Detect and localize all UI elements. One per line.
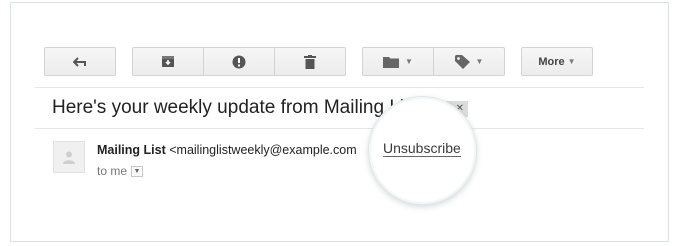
report-spam-icon: [232, 55, 246, 69]
recipient-line: to me ▼: [97, 164, 144, 178]
person-icon: [63, 151, 75, 164]
report-spam-button[interactable]: [203, 47, 275, 76]
divider: [35, 128, 644, 129]
more-label: More: [538, 55, 565, 68]
email-subject: Here's your weekly update from Mailing L…: [52, 97, 419, 118]
sender-line: Mailing List <mailinglistweekly@example.…: [97, 143, 357, 157]
avatar: [53, 141, 85, 173]
move-to-button[interactable]: ▼: [362, 47, 434, 76]
unsubscribe-link[interactable]: Unsubscribe: [383, 140, 461, 157]
recipient-label: to me: [97, 164, 128, 178]
details-toggle[interactable]: ▼: [131, 165, 144, 177]
archive-icon: [161, 55, 175, 68]
sender-name: Mailing List: [97, 143, 166, 157]
labels-button[interactable]: ▼: [433, 47, 505, 76]
delete-button[interactable]: [274, 47, 346, 76]
chevron-down-icon: ▼: [133, 167, 141, 175]
archive-button[interactable]: [132, 47, 204, 76]
chevron-down-icon: ▼: [475, 57, 484, 66]
chevron-down-icon: ▼: [405, 57, 413, 66]
more-button[interactable]: More ▼: [521, 47, 593, 76]
reply-button[interactable]: [44, 47, 116, 76]
reply-icon: [73, 56, 87, 67]
chevron-down-icon: ▼: [567, 57, 576, 66]
sender-email: <mailinglistweekly@example.com: [169, 143, 357, 157]
email-frame: [10, 2, 669, 242]
tag-icon: [454, 54, 470, 69]
divider: [35, 87, 644, 88]
toolbar: ▼ ▼ More ▼: [0, 47, 679, 77]
trash-icon: [304, 54, 316, 69]
folder-icon: [383, 56, 400, 68]
